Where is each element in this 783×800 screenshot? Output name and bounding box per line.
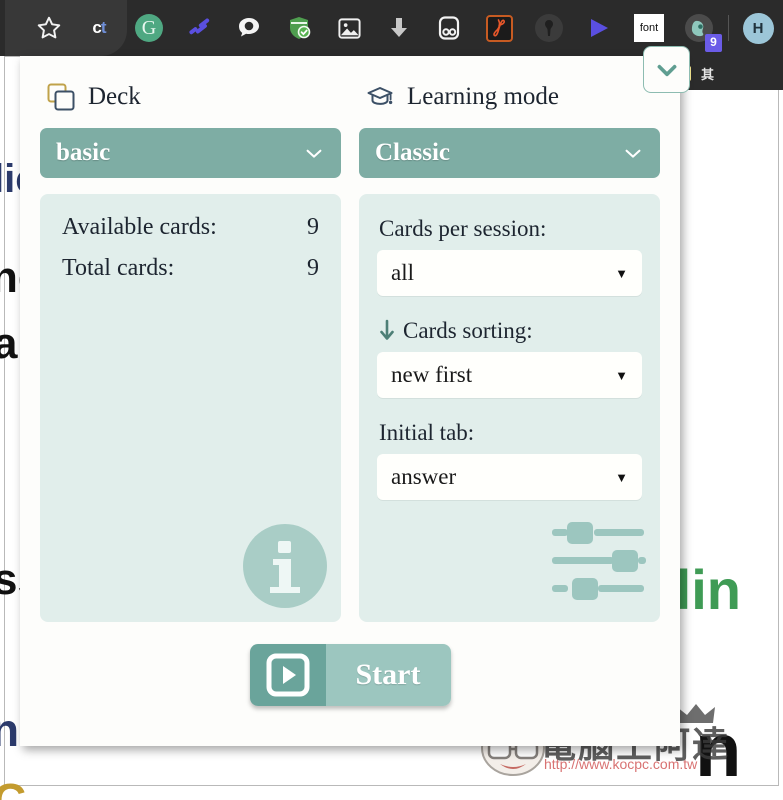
play-glyph — [266, 653, 309, 697]
dark-circle-icon[interactable] — [524, 0, 574, 56]
chevron-down-icon — [306, 149, 322, 158]
initial-tab-select[interactable]: answer ▼ — [377, 454, 642, 500]
caret-down-icon: ▼ — [615, 367, 628, 383]
cards-per-session-select[interactable]: all ▼ — [377, 250, 642, 296]
bookmark-folder-label[interactable]: 其 — [701, 64, 714, 83]
dialog-footer: Start — [20, 644, 680, 706]
caret-down-icon: ▼ — [615, 469, 628, 485]
avatar-initial: H — [742, 12, 774, 44]
info-glyph — [270, 541, 300, 593]
flashcards-popup-dialog: Deck basic Available cards: 9 Total card… — [20, 46, 690, 746]
start-button[interactable]: Start — [249, 644, 451, 706]
shield-check-icon[interactable] — [274, 0, 324, 56]
stat-value: 9 — [307, 255, 319, 281]
sliders-glyph — [552, 522, 646, 600]
deck-header-label: Deck — [88, 83, 141, 110]
grammarly-icon[interactable]: G — [124, 0, 174, 56]
cards-sorting-select[interactable]: new first ▼ — [377, 352, 642, 398]
caret-down-icon: ▼ — [615, 265, 628, 281]
download-arrow-icon[interactable] — [374, 0, 424, 56]
cards-per-session-text: Cards per session: — [379, 216, 547, 241]
deck-column: Deck basic Available cards: 9 Total card… — [40, 74, 341, 622]
stat-row: Available cards: 9 — [58, 214, 323, 241]
learning-mode-select[interactable]: Classic — [359, 128, 660, 178]
learning-mode-column: Learning mode Classic Cards per session:… — [359, 74, 660, 622]
stat-label: Total cards: — [62, 255, 175, 281]
wave-extension-icon[interactable] — [174, 0, 224, 56]
extension-badge-count: 9 — [705, 34, 722, 52]
toolbar-divider — [728, 15, 729, 41]
initial-tab-text: Initial tab: — [379, 420, 475, 445]
cards-sorting-value: new first — [391, 362, 473, 387]
stat-row: Total cards: 9 — [58, 255, 323, 282]
learning-mode-header-label: Learning mode — [407, 83, 560, 110]
initial-tab-label: Initial tab: — [379, 420, 642, 446]
pdf-acrobat-icon[interactable] — [474, 0, 524, 56]
sliders-icon[interactable] — [550, 521, 646, 606]
background-text-fragment: n — [0, 704, 20, 756]
deck-header: Deck — [40, 74, 341, 120]
arrow-down-icon — [380, 319, 394, 340]
learning-options-panel: Cards per session: all ▼ Cards sorting: … — [359, 194, 660, 622]
info-circle-icon[interactable] — [243, 524, 327, 608]
initial-tab-value: answer — [391, 464, 457, 489]
background-text-fragment: a — [0, 319, 18, 368]
stat-value: 9 — [307, 214, 319, 240]
cards-per-session-label: Cards per session: — [379, 216, 642, 242]
chat-bubble-icon[interactable] — [224, 0, 274, 56]
collapse-dialog-button[interactable] — [643, 46, 690, 93]
play-button-icon — [249, 644, 326, 706]
deck-selected-value: basic — [56, 139, 111, 166]
start-button-label: Start — [325, 644, 451, 706]
bookmark-star-icon[interactable] — [24, 0, 74, 56]
cards-sorting-text: Cards sorting: — [403, 318, 533, 343]
background-text-fragment: C — [0, 774, 27, 800]
browser-window: lic ng a ss n C -lin n is now open 電腦王阿達… — [0, 0, 783, 800]
chevron-down-icon — [625, 149, 641, 158]
image-placeholder-icon[interactable] — [324, 0, 374, 56]
cards-sorting-label: Cards sorting: — [379, 318, 642, 344]
deck-select[interactable]: basic — [40, 128, 341, 178]
dialog-columns: Deck basic Available cards: 9 Total card… — [20, 56, 680, 622]
background-headline-tail: is now open — [201, 795, 559, 800]
ct-extension-icon[interactable]: ct — [74, 0, 124, 56]
graduation-cap-icon — [367, 87, 393, 105]
owl-extension-icon[interactable] — [424, 0, 474, 56]
play-triangle-icon[interactable] — [574, 0, 624, 56]
deck-cards-icon — [47, 83, 75, 111]
cards-per-session-value: all — [391, 260, 414, 285]
deck-stats-panel: Available cards: 9 Total cards: 9 — [40, 194, 341, 622]
learning-mode-header: Learning mode — [359, 74, 660, 120]
learning-mode-selected-value: Classic — [375, 139, 450, 166]
stat-label: Available cards: — [62, 214, 217, 240]
chevron-down-icon — [657, 64, 676, 76]
watermark-url: http://www.kocpc.com.tw — [544, 756, 698, 772]
profile-avatar[interactable]: H — [733, 0, 783, 56]
